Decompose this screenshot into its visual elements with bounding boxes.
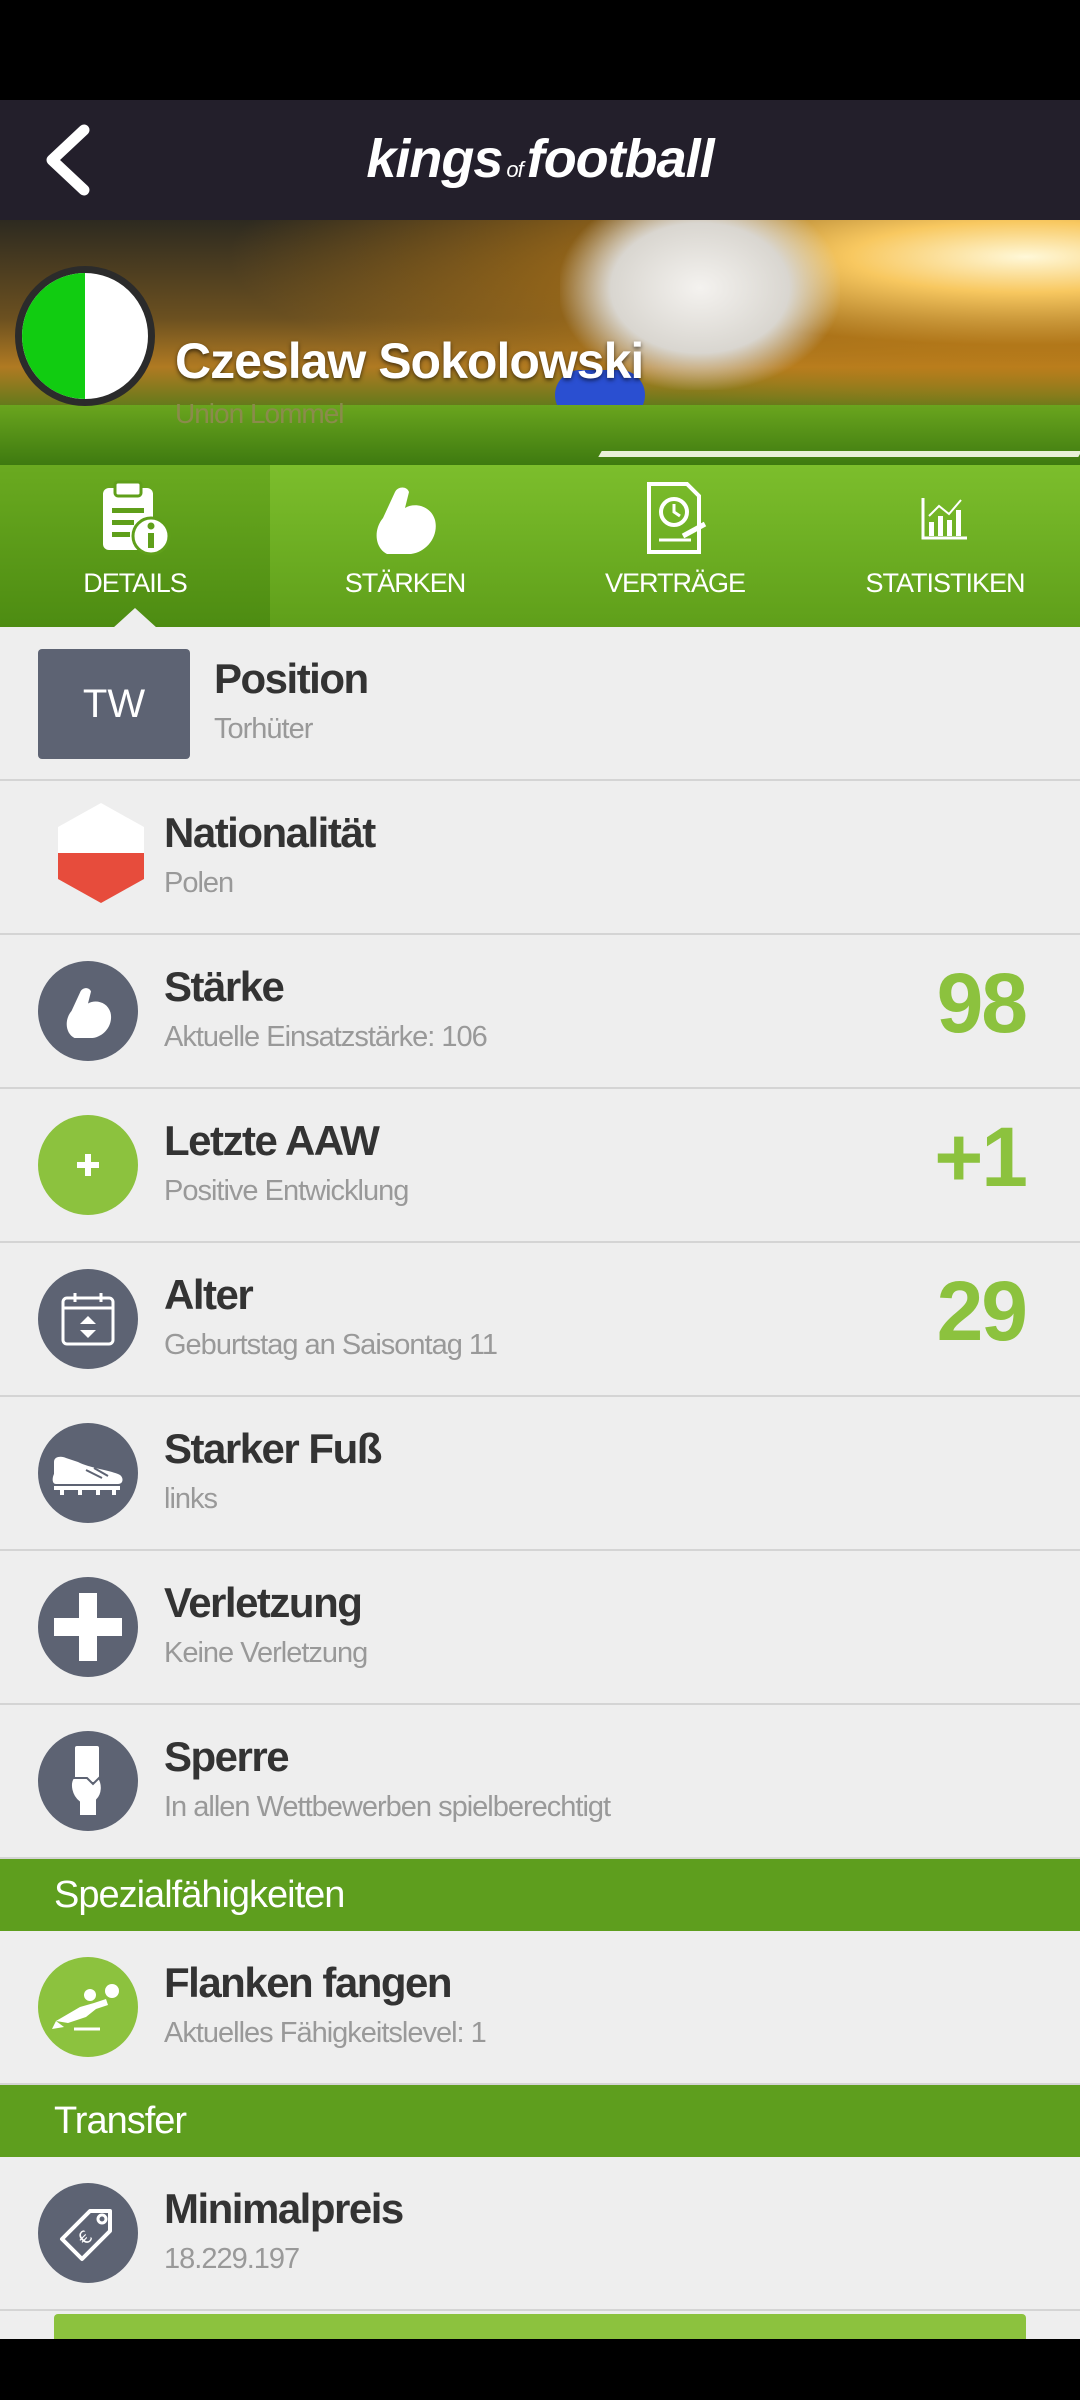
tab-vertraege[interactable]: VERTRÄGE xyxy=(540,465,810,627)
flexed-arm-icon xyxy=(66,988,112,1038)
row-position: TW Position Torhüter xyxy=(0,627,1080,781)
row-title: Verletzung xyxy=(164,1579,363,1626)
row-strength: Stärke Aktuelle Einsatzstärke: 106 98 xyxy=(0,935,1080,1089)
row-title: Stärke xyxy=(164,963,285,1010)
row-title: Letzte AAW xyxy=(164,1117,380,1164)
row-subtitle: Aktuelles Fähigkeitslevel: 1 xyxy=(164,2017,487,2049)
row-title: Minimalpreis xyxy=(164,2185,404,2232)
tab-label: VERTRÄGE xyxy=(604,568,746,598)
tab-label: STATISTIKEN xyxy=(865,568,1025,598)
bar-chart-icon xyxy=(921,498,967,540)
aaw-value: +1 xyxy=(934,1110,1028,1204)
clipboard-info-icon xyxy=(103,480,171,556)
row-title: Sperre xyxy=(164,1733,290,1780)
card-hand-icon xyxy=(70,1746,103,1817)
row-subtitle: Keine Verletzung xyxy=(164,1637,368,1669)
row-subtitle: 18.229.197 xyxy=(164,2243,300,2275)
row-title: Position xyxy=(214,655,369,702)
row-last-aaw: Letzte AAW Positive Entwicklung +1 xyxy=(0,1089,1080,1243)
club-name[interactable]: Union Lommel xyxy=(175,398,345,430)
system-nav-bar xyxy=(0,2339,1080,2400)
row-suspension: Sperre In allen Wettbewerben spielberech… xyxy=(0,1705,1080,1859)
row-subtitle: links xyxy=(164,1483,218,1515)
row-subtitle: Positive Entwicklung xyxy=(164,1175,409,1207)
status-bar xyxy=(0,0,1080,100)
tab-statistiken[interactable]: STATISTIKEN xyxy=(810,465,1080,627)
flexed-arm-icon xyxy=(376,487,436,554)
contract-clock-icon xyxy=(647,482,707,554)
tab-label: DETAILS xyxy=(83,568,188,598)
row-title: Nationalität xyxy=(164,809,376,856)
section-header-transfer: Transfer xyxy=(0,2085,1080,2157)
position-badge: TW xyxy=(38,649,190,759)
plus-icon xyxy=(77,1154,99,1176)
tab-label: STÄRKEN xyxy=(344,568,467,598)
goalkeeper-catch-icon xyxy=(52,1984,119,2031)
row-title: Alter xyxy=(164,1271,254,1318)
row-special-ability[interactable]: Flanken fangen Aktuelles Fähigkeitslevel… xyxy=(0,1931,1080,2085)
row-strong-foot: Starker Fuß links xyxy=(0,1397,1080,1551)
app-logo: kings offootball xyxy=(366,129,714,189)
row-age: Alter Geburtstag an Saisontag 11 29 xyxy=(0,1243,1080,1397)
tab-bar: DETAILS STÄRKEN VERTRÄGE STATISTIKEN xyxy=(0,465,1080,628)
row-title: Starker Fuß xyxy=(164,1425,382,1472)
row-subtitle: Polen xyxy=(164,867,234,899)
details-list: TW Position Torhüter Nationalität Polen … xyxy=(0,627,1080,2339)
row-subtitle: Geburtstag an Saisontag 11 xyxy=(164,1329,498,1361)
app-header: kings offootball xyxy=(0,100,1080,220)
club-crest xyxy=(15,266,155,406)
price-tag-icon: € xyxy=(60,2209,112,2261)
tab-details[interactable]: DETAILS xyxy=(0,465,270,628)
row-min-price: € Minimalpreis 18.229.197 xyxy=(0,2157,1080,2311)
row-injury: Verletzung Keine Verletzung xyxy=(0,1551,1080,1705)
row-nationality: Nationalität Polen xyxy=(0,781,1080,935)
row-title: Flanken fangen xyxy=(164,1959,453,2006)
row-subtitle: Aktuelle Einsatzstärke: 106 xyxy=(164,1021,488,1053)
tab-staerken[interactable]: STÄRKEN xyxy=(270,465,540,627)
player-name: Czeslaw Sokolowski xyxy=(175,333,644,389)
medical-cross-icon xyxy=(54,1593,122,1661)
section-header-special: Spezialfähigkeiten xyxy=(0,1859,1080,1931)
strength-value: 98 xyxy=(936,956,1028,1050)
age-value: 29 xyxy=(936,1264,1028,1358)
calendar-icon xyxy=(61,1293,115,1346)
row-subtitle: Torhüter xyxy=(214,713,313,745)
row-subtitle: In allen Wettbewerben spielberechtigt xyxy=(164,1791,611,1823)
poland-flag-icon xyxy=(58,803,144,903)
football-boot-icon xyxy=(52,1456,123,1495)
